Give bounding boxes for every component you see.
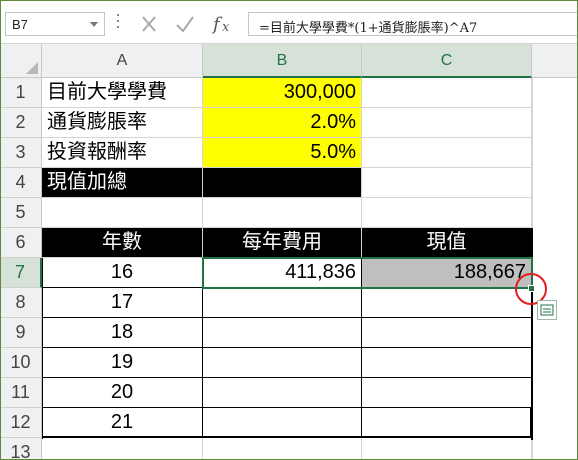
- row-header-12[interactable]: 12: [0, 408, 42, 438]
- formula-text: =目前大學學費*(1+通貨膨脹率)^A7: [259, 21, 478, 36]
- name-box[interactable]: B7: [5, 12, 105, 36]
- column-header-b[interactable]: B: [203, 44, 362, 78]
- cell-a10[interactable]: 19: [42, 348, 203, 378]
- cell-b5[interactable]: [203, 198, 362, 228]
- row-header-10[interactable]: 10: [0, 348, 42, 378]
- formula-bar-buttons: fx: [134, 12, 244, 36]
- cell-c10[interactable]: [362, 348, 532, 378]
- cell-a4[interactable]: 現值加總: [42, 168, 203, 198]
- cell-c1[interactable]: [362, 78, 532, 108]
- cell-a11[interactable]: 20: [42, 378, 203, 408]
- select-all-button[interactable]: [0, 44, 42, 78]
- cell-a8[interactable]: 17: [42, 288, 203, 318]
- row-header-9[interactable]: 9: [0, 318, 42, 348]
- row-header-5[interactable]: 5: [0, 198, 42, 228]
- row-header-1[interactable]: 1: [0, 78, 42, 108]
- cell-a12[interactable]: 21: [42, 408, 203, 438]
- table-right-border: [531, 228, 533, 440]
- row-header-11[interactable]: 11: [0, 378, 42, 408]
- row-header-8[interactable]: 8: [0, 288, 42, 318]
- cancel-icon[interactable]: [136, 12, 162, 36]
- column-header-c[interactable]: C: [362, 44, 532, 78]
- row-header-2[interactable]: 2: [0, 108, 42, 138]
- table-left-border: [42, 258, 43, 439]
- column-header-a[interactable]: A: [42, 44, 203, 78]
- quick-analysis-icon[interactable]: [537, 300, 557, 320]
- cell-b11[interactable]: [203, 378, 362, 408]
- cell-b7[interactable]: 411,836: [203, 258, 362, 288]
- cell-b8[interactable]: [203, 288, 362, 318]
- cell-b1[interactable]: 300,000: [203, 78, 362, 108]
- select-all-triangle-icon: [26, 62, 38, 74]
- cell-b3[interactable]: 5.0%: [203, 138, 362, 168]
- cell-c4[interactable]: [362, 168, 532, 198]
- cell-c13[interactable]: [362, 438, 532, 460]
- cell-a5[interactable]: [42, 198, 203, 228]
- cell-c3[interactable]: [362, 138, 532, 168]
- cell-b12[interactable]: [203, 408, 362, 438]
- cell-a3[interactable]: 投資報酬率: [42, 138, 203, 168]
- cell-c7[interactable]: 188,667: [362, 258, 532, 288]
- column-header-d[interactable]: [532, 44, 578, 78]
- cell-b2[interactable]: 2.0%: [203, 108, 362, 138]
- name-box-value: B7: [12, 17, 28, 32]
- cell-b9[interactable]: [203, 318, 362, 348]
- cell-a6[interactable]: 年數: [42, 228, 203, 258]
- cell-b10[interactable]: [203, 348, 362, 378]
- column-d-cells[interactable]: [532, 78, 578, 460]
- enter-checkmark-icon[interactable]: [172, 12, 198, 36]
- svg-text:x: x: [222, 20, 230, 35]
- cell-a9[interactable]: 18: [42, 318, 203, 348]
- cell-a1[interactable]: 目前大學學費: [42, 78, 203, 108]
- cell-c5[interactable]: [362, 198, 532, 228]
- cell-b6[interactable]: 每年費用: [203, 228, 362, 258]
- cell-c12[interactable]: [362, 408, 532, 438]
- cell-a2[interactable]: 通貨膨脹率: [42, 108, 203, 138]
- worksheet-grid: A B C 1 2 3 4 5 6 7 8 9 10 11 12 13 目前大學…: [0, 44, 578, 460]
- cell-c9[interactable]: [362, 318, 532, 348]
- cell-b4[interactable]: [203, 168, 362, 198]
- cell-a13[interactable]: [42, 438, 203, 460]
- row-header-7[interactable]: 7: [0, 258, 42, 288]
- formula-bar-grip-icon: [117, 14, 120, 32]
- cell-c11[interactable]: [362, 378, 532, 408]
- row-header-3[interactable]: 3: [0, 138, 42, 168]
- formula-bar: B7 fx =目前大學學費*(1+通貨膨脹率)^A7: [0, 0, 578, 44]
- row-header-6[interactable]: 6: [0, 228, 42, 258]
- insert-function-icon[interactable]: fx: [210, 12, 236, 36]
- name-box-dropdown-icon[interactable]: [90, 22, 98, 27]
- formula-input[interactable]: =目前大學學費*(1+通貨膨脹率)^A7: [248, 12, 578, 36]
- row-header-13[interactable]: 13: [0, 438, 42, 460]
- cell-c2[interactable]: [362, 108, 532, 138]
- cell-c8[interactable]: [362, 288, 532, 318]
- cell-c6[interactable]: 現值: [362, 228, 532, 258]
- cell-a7[interactable]: 16: [42, 258, 203, 288]
- cell-b13[interactable]: [203, 438, 362, 460]
- row-header-4[interactable]: 4: [0, 168, 42, 198]
